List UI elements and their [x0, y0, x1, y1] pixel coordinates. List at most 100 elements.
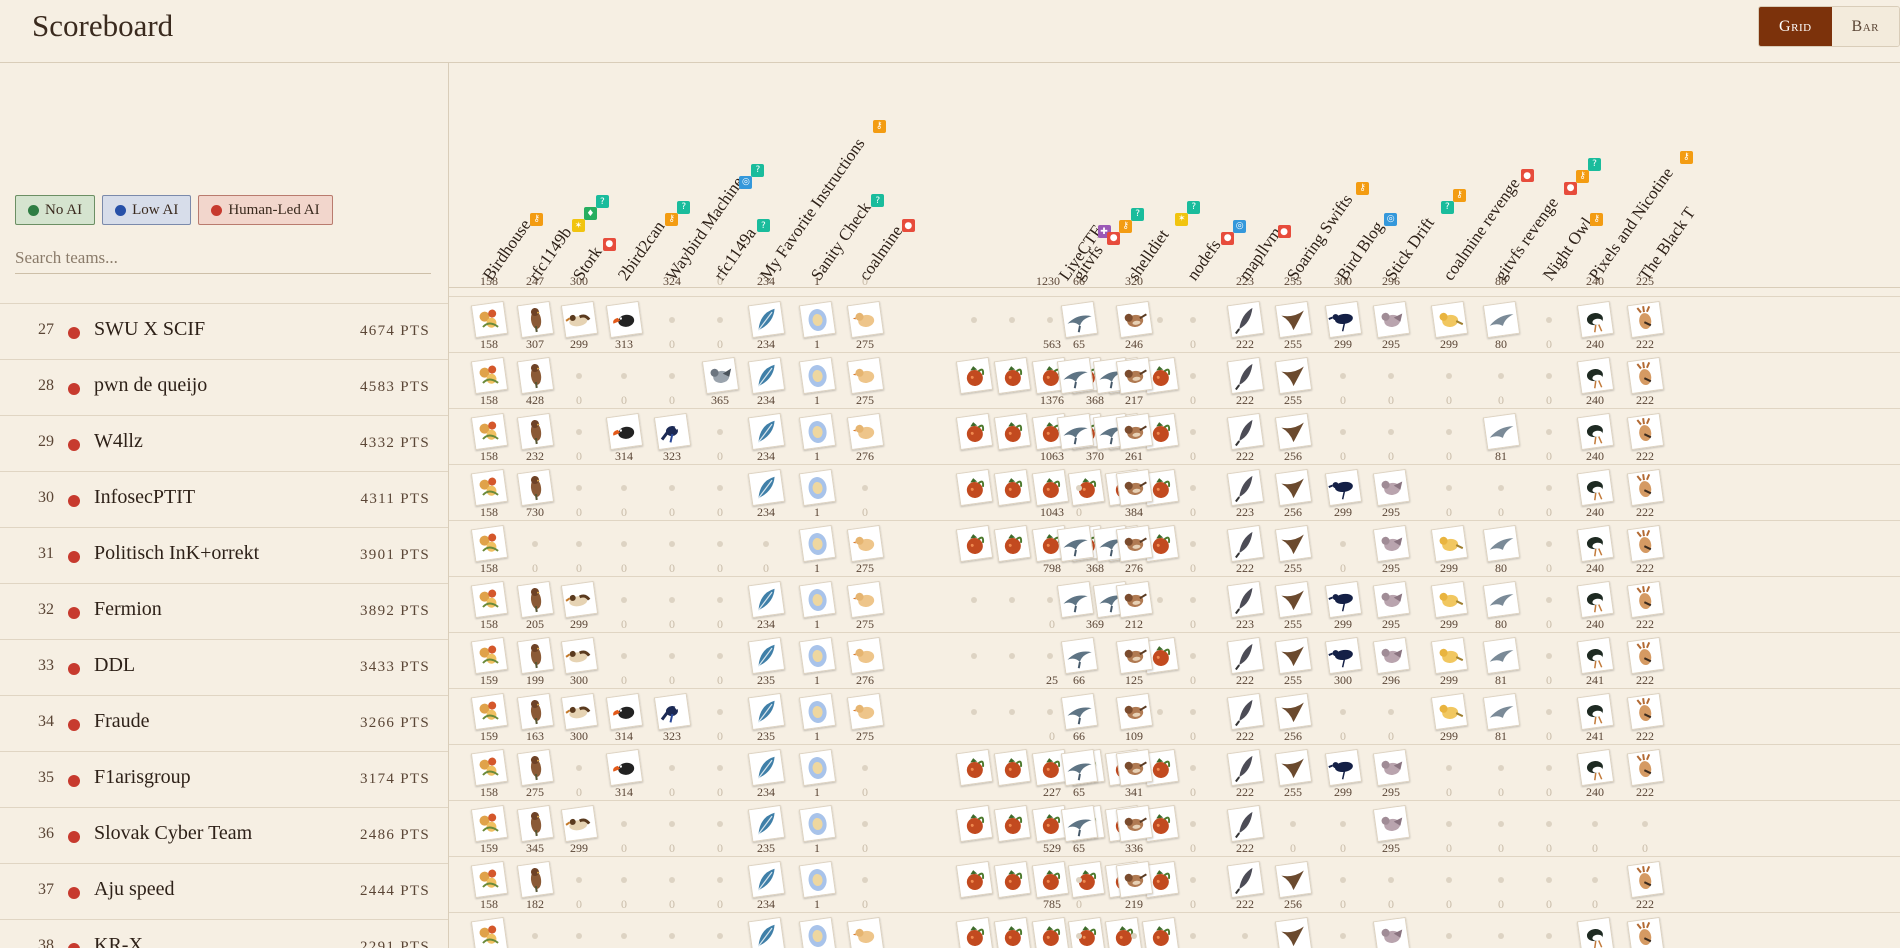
flowers-icon[interactable] — [470, 524, 509, 563]
lapwing-icon[interactable] — [1576, 468, 1615, 507]
flowers-icon[interactable] — [470, 300, 509, 339]
filter-human-led-ai[interactable]: Human-Led AI — [198, 195, 333, 225]
dove-icon[interactable] — [1372, 300, 1411, 339]
hoopoe-icon[interactable] — [1626, 300, 1665, 339]
sparrow-icon[interactable] — [1115, 804, 1154, 843]
crow-icon[interactable] — [1324, 580, 1363, 619]
pomegranate-icon[interactable] — [1067, 468, 1106, 507]
sparrow-icon[interactable] — [1115, 748, 1154, 787]
swift-icon[interactable] — [1060, 636, 1099, 675]
hawk-icon[interactable] — [516, 636, 555, 675]
canary-icon[interactable] — [846, 580, 885, 619]
dove-icon[interactable] — [1372, 804, 1411, 843]
team-row[interactable]: 27 SWU X SCIF 4674 PTS — [0, 303, 448, 360]
quill-icon[interactable] — [1226, 636, 1265, 675]
feather-icon[interactable] — [747, 356, 786, 395]
flowers-icon[interactable] — [470, 692, 509, 731]
soaring-swift-icon[interactable] — [1274, 468, 1313, 507]
egg-icon[interactable] — [798, 860, 837, 899]
pomegranate-icon[interactable] — [1031, 860, 1070, 899]
soaring-swift-icon[interactable] — [1274, 692, 1313, 731]
pomegranate-icon[interactable] — [1031, 468, 1070, 507]
toucan-icon[interactable] — [605, 748, 644, 787]
soaring-swift-icon[interactable] — [1274, 748, 1313, 787]
feather-icon[interactable] — [747, 860, 786, 899]
soaring-swift-icon[interactable] — [1274, 636, 1313, 675]
gray-swift-icon[interactable] — [1482, 412, 1521, 451]
team-row[interactable]: 38 KR-X 2291 PTS — [0, 919, 448, 948]
dove-icon[interactable] — [1372, 524, 1411, 563]
quill-icon[interactable] — [1226, 748, 1265, 787]
gray-swift-icon[interactable] — [1482, 636, 1521, 675]
canary-icon[interactable] — [846, 412, 885, 451]
flowers-icon[interactable] — [470, 412, 509, 451]
swift-icon[interactable] — [1060, 804, 1099, 843]
flowers-icon[interactable] — [470, 916, 509, 948]
lapwing-icon[interactable] — [1576, 916, 1615, 948]
sparrow-icon[interactable] — [1115, 412, 1154, 451]
hoopoe-icon[interactable] — [1626, 468, 1665, 507]
egg-icon[interactable] — [798, 356, 837, 395]
feather-icon[interactable] — [747, 916, 786, 948]
egg-icon[interactable] — [798, 412, 837, 451]
stork-icon[interactable] — [560, 804, 599, 843]
team-row[interactable]: 35 F1arisgroup 3174 PTS — [0, 751, 448, 808]
hoopoe-icon[interactable] — [1626, 580, 1665, 619]
crow-icon[interactable] — [1324, 748, 1363, 787]
pomegranate-icon[interactable] — [1067, 916, 1106, 948]
yellow-canary-icon[interactable] — [1430, 692, 1469, 731]
quill-icon[interactable] — [1226, 524, 1265, 563]
pomegranate-icon[interactable] — [993, 412, 1032, 451]
crow-icon[interactable] — [1324, 636, 1363, 675]
hoopoe-icon[interactable] — [1626, 636, 1665, 675]
soaring-swift-icon[interactable] — [1274, 300, 1313, 339]
flowers-icon[interactable] — [470, 580, 509, 619]
soaring-swift-icon[interactable] — [1274, 580, 1313, 619]
toucan-icon[interactable] — [605, 300, 644, 339]
pomegranate-icon[interactable] — [1141, 916, 1180, 948]
swift-icon[interactable] — [1056, 412, 1095, 451]
pomegranate-icon[interactable] — [993, 748, 1032, 787]
sparrow-icon[interactable] — [1115, 580, 1154, 619]
lapwing-icon[interactable] — [1576, 356, 1615, 395]
feather-icon[interactable] — [747, 412, 786, 451]
hoopoe-icon[interactable] — [1626, 524, 1665, 563]
hoopoe-icon[interactable] — [1626, 356, 1665, 395]
hawk-icon[interactable] — [516, 580, 555, 619]
pomegranate-icon[interactable] — [993, 356, 1032, 395]
dove-icon[interactable] — [1372, 916, 1411, 948]
gray-swift-icon[interactable] — [1482, 692, 1521, 731]
feather-icon[interactable] — [747, 636, 786, 675]
pomegranate-icon[interactable] — [993, 860, 1032, 899]
flowers-icon[interactable] — [470, 636, 509, 675]
lapwing-icon[interactable] — [1576, 412, 1615, 451]
soaring-swift-icon[interactable] — [1274, 916, 1313, 948]
dove-icon[interactable] — [1372, 580, 1411, 619]
pomegranate-icon[interactable] — [955, 748, 994, 787]
grid-view-button[interactable]: Grid — [1759, 7, 1832, 46]
toucan-icon[interactable] — [605, 412, 644, 451]
magpie-icon[interactable] — [653, 412, 692, 451]
quill-icon[interactable] — [1226, 412, 1265, 451]
sparrow-icon[interactable] — [1115, 468, 1154, 507]
stork-icon[interactable] — [560, 692, 599, 731]
canary-icon[interactable] — [846, 916, 885, 948]
sparrow-icon[interactable] — [1115, 524, 1154, 563]
hoopoe-icon[interactable] — [1626, 860, 1665, 899]
team-row[interactable]: 29 W4llz 4332 PTS — [0, 415, 448, 472]
egg-icon[interactable] — [798, 748, 837, 787]
swift-icon[interactable] — [1056, 580, 1095, 619]
egg-icon[interactable] — [798, 804, 837, 843]
lapwing-icon[interactable] — [1576, 692, 1615, 731]
team-row[interactable]: 30 InfosecPTIT 4311 PTS — [0, 471, 448, 528]
pomegranate-icon[interactable] — [955, 356, 994, 395]
crow-icon[interactable] — [1324, 468, 1363, 507]
quill-icon[interactable] — [1226, 356, 1265, 395]
egg-icon[interactable] — [798, 300, 837, 339]
egg-icon[interactable] — [798, 580, 837, 619]
filter-no-ai[interactable]: No AI — [15, 195, 96, 225]
stork-icon[interactable] — [560, 580, 599, 619]
quill-icon[interactable] — [1226, 692, 1265, 731]
quill-icon[interactable] — [1226, 860, 1265, 899]
hawk-icon[interactable] — [516, 300, 555, 339]
